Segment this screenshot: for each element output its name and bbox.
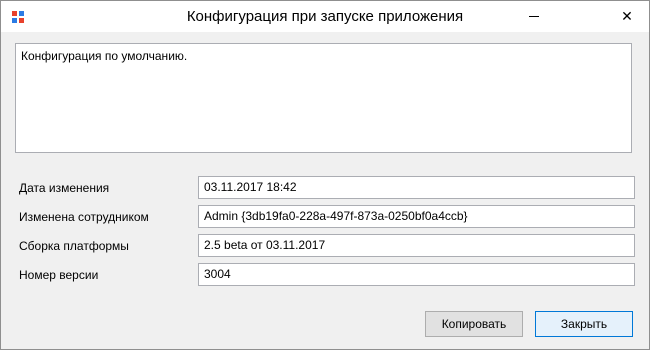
- close-icon: ✕: [621, 8, 633, 24]
- label-platform-build: Сборка платформы: [19, 239, 129, 253]
- dialog-window: Конфигурация при запуске приложения ✕ Ко…: [0, 0, 650, 350]
- close-button-label: Закрыть: [560, 317, 608, 331]
- close-button[interactable]: Закрыть: [535, 311, 633, 337]
- description-textarea[interactable]: Конфигурация по умолчанию.: [15, 43, 632, 153]
- minimize-icon: [529, 16, 539, 17]
- title-bar[interactable]: Конфигурация при запуске приложения ✕: [1, 1, 649, 32]
- changed-by-field[interactable]: Admin {3db19fa0-228a-497f-873a-0250bf0a4…: [198, 205, 635, 228]
- copy-button-label: Копировать: [441, 317, 507, 331]
- close-window-button[interactable]: ✕: [604, 1, 650, 32]
- copy-button[interactable]: Копировать: [425, 311, 523, 337]
- platform-build-field[interactable]: 2.5 beta от 03.11.2017: [198, 234, 635, 257]
- label-change-date: Дата изменения: [19, 181, 110, 195]
- description-text: Конфигурация по умолчанию.: [21, 49, 188, 63]
- version-number-field[interactable]: 3004: [198, 263, 635, 286]
- label-version-number: Номер версии: [19, 268, 99, 282]
- change-date-field[interactable]: 03.11.2017 18:42: [198, 176, 635, 199]
- minimize-button[interactable]: [511, 1, 557, 32]
- label-changed-by: Изменена сотрудником: [19, 210, 149, 224]
